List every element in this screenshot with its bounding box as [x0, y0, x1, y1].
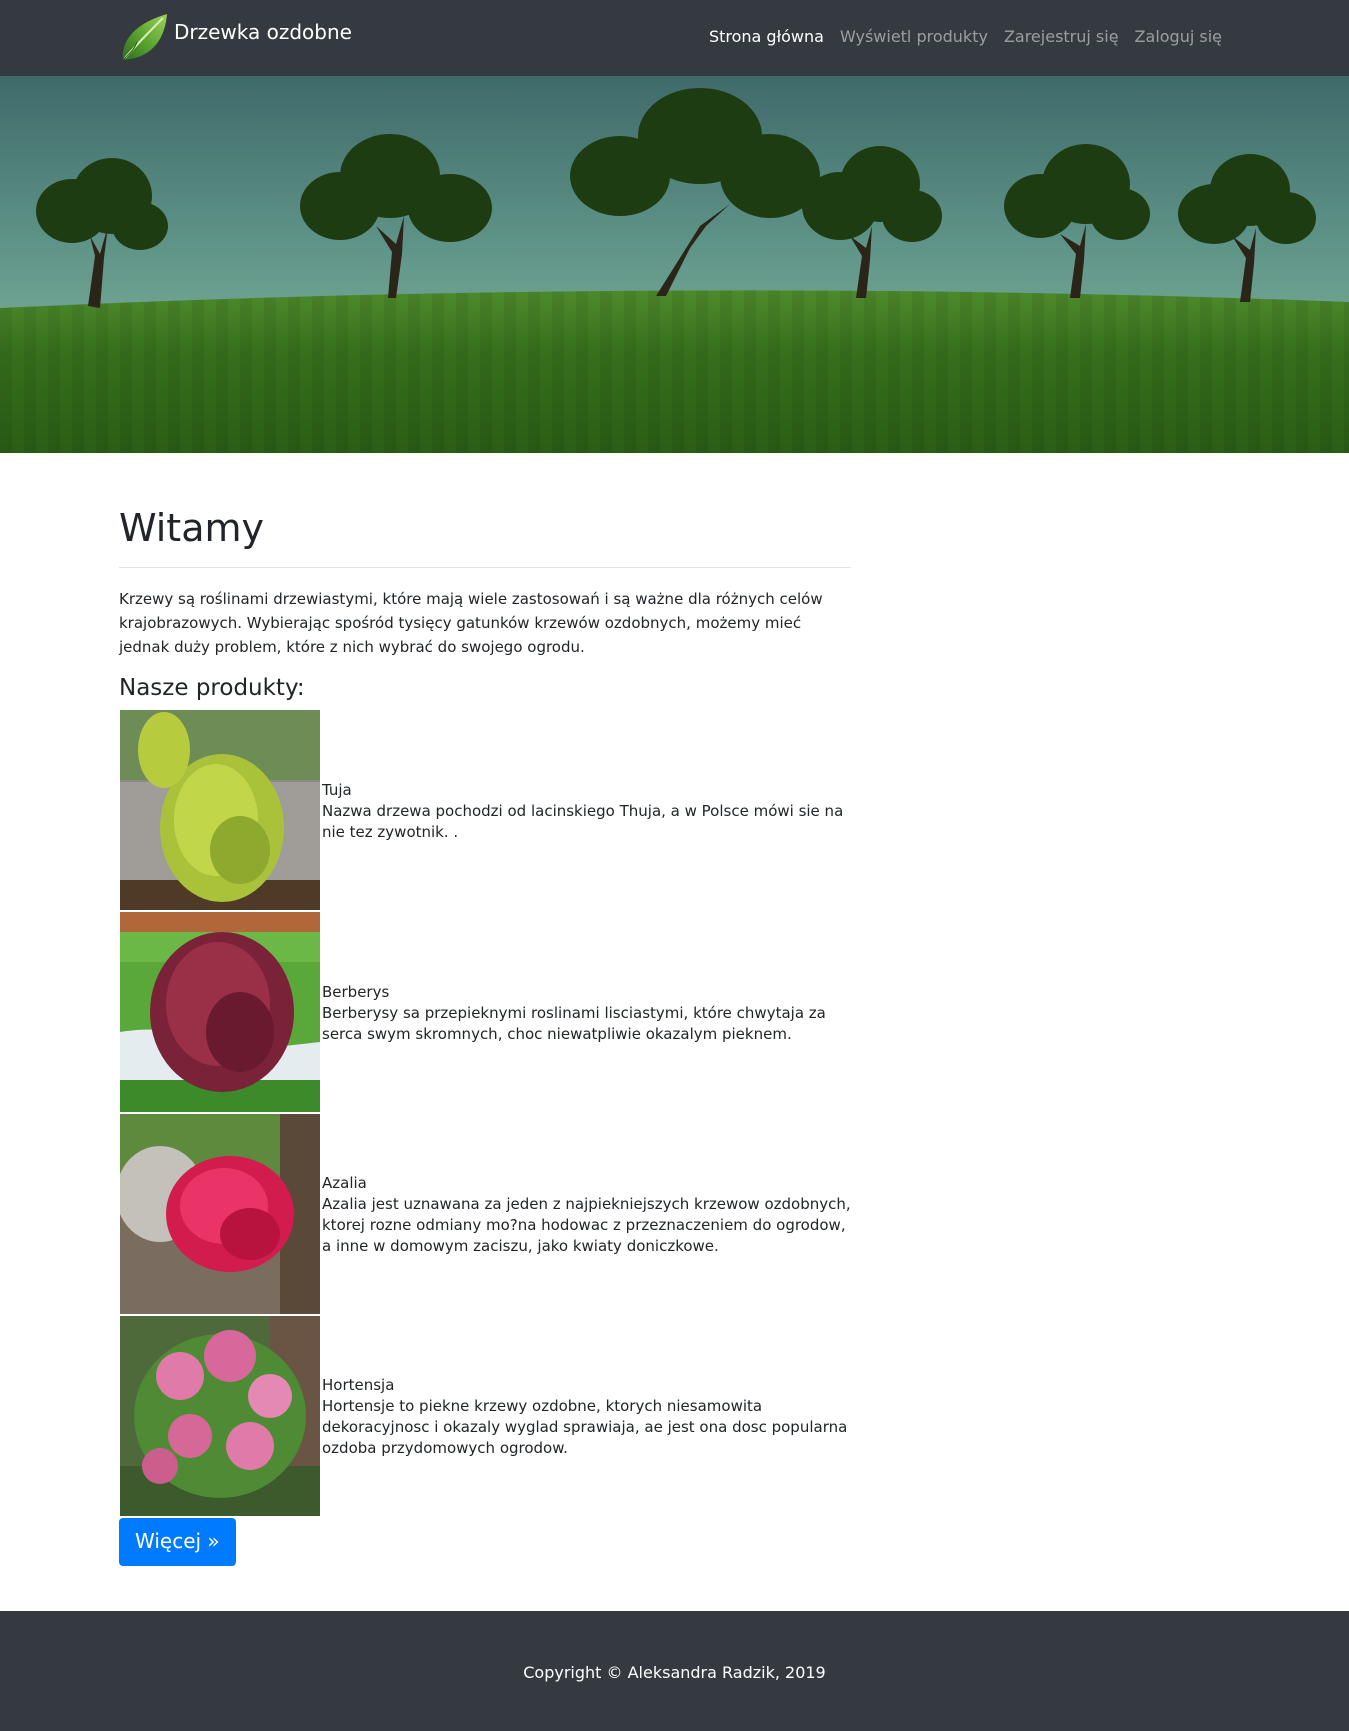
copyright-text: Copyright © Aleksandra Radzik, 2019: [523, 1663, 826, 1682]
product-description: Nazwa drzewa pochodzi od lacinskiego Thu…: [322, 801, 844, 841]
product-image-hortensja[interactable]: [120, 1316, 320, 1516]
product-info: Hortensja Hortensje to piekne krzewy ozd…: [320, 1316, 851, 1518]
product-name: Tuja: [322, 780, 352, 799]
product-image-berberys[interactable]: [120, 912, 320, 1112]
hortensja-photo: [120, 1316, 320, 1516]
title-divider: [119, 567, 851, 568]
product-name: Azalia: [322, 1174, 367, 1192]
product-info: Tuja Nazwa drzewa pochodzi od lacinskieg…: [320, 710, 851, 912]
product-item: Hortensja Hortensje to piekne krzewy ozd…: [120, 1316, 851, 1518]
azalia-photo: [120, 1114, 320, 1314]
page-title: Witamy: [119, 506, 264, 550]
intro-text: Krzewy są roślinami drzewiastymi, które …: [119, 590, 823, 656]
nav-products[interactable]: Wyświetl produkty: [840, 27, 988, 46]
hero-banner: [0, 76, 1349, 453]
nav-login[interactable]: Zaloguj się: [1135, 27, 1222, 46]
product-item: Azalia Azalia jest uznawana za jeden z n…: [120, 1114, 851, 1316]
nav-home[interactable]: Strona główna: [709, 27, 824, 46]
main-nav: Strona główna Wyświetl produkty Zarejest…: [693, 27, 1222, 46]
tuja-photo: [120, 710, 320, 910]
hero-image: [0, 76, 1349, 453]
product-description: Azalia jest uznawana za jeden z najpiekn…: [322, 1195, 851, 1255]
product-name: Berberys: [322, 982, 390, 1001]
product-name: Hortensja: [322, 1376, 395, 1394]
navbar: Drzewka ozdobne Strona główna Wyświetl p…: [0, 0, 1349, 76]
product-description: Berberysy sa przepieknymi roslinami lisc…: [322, 1003, 826, 1043]
brand-title: Drzewka ozdobne: [174, 20, 352, 44]
leaf-icon: [122, 14, 167, 60]
nav-register[interactable]: Zarejestruj się: [1004, 27, 1119, 46]
product-image-azalia[interactable]: [120, 1114, 320, 1314]
products-heading: Nasze produkty:: [119, 675, 305, 701]
brand-link[interactable]: Drzewka ozdobne: [119, 12, 352, 64]
product-list: Tuja Nazwa drzewa pochodzi od lacinskieg…: [119, 710, 851, 1518]
product-info: Berberys Berberysy sa przepieknymi rosli…: [320, 912, 851, 1114]
footer: Copyright © Aleksandra Radzik, 2019: [0, 1611, 1349, 1731]
product-item: Berberys Berberysy sa przepieknymi rosli…: [120, 912, 851, 1114]
product-item: Tuja Nazwa drzewa pochodzi od lacinskieg…: [120, 710, 851, 912]
product-image-tuja[interactable]: [120, 710, 320, 910]
main-content: Witamy Krzewy są roślinami drzewiastymi,…: [119, 453, 851, 1566]
product-description: Hortensje to piekne krzewy ozdobne, ktor…: [322, 1397, 848, 1457]
berberys-photo: [120, 912, 320, 1112]
product-info: Azalia Azalia jest uznawana za jeden z n…: [320, 1114, 851, 1316]
more-button[interactable]: Więcej »: [119, 1518, 236, 1566]
